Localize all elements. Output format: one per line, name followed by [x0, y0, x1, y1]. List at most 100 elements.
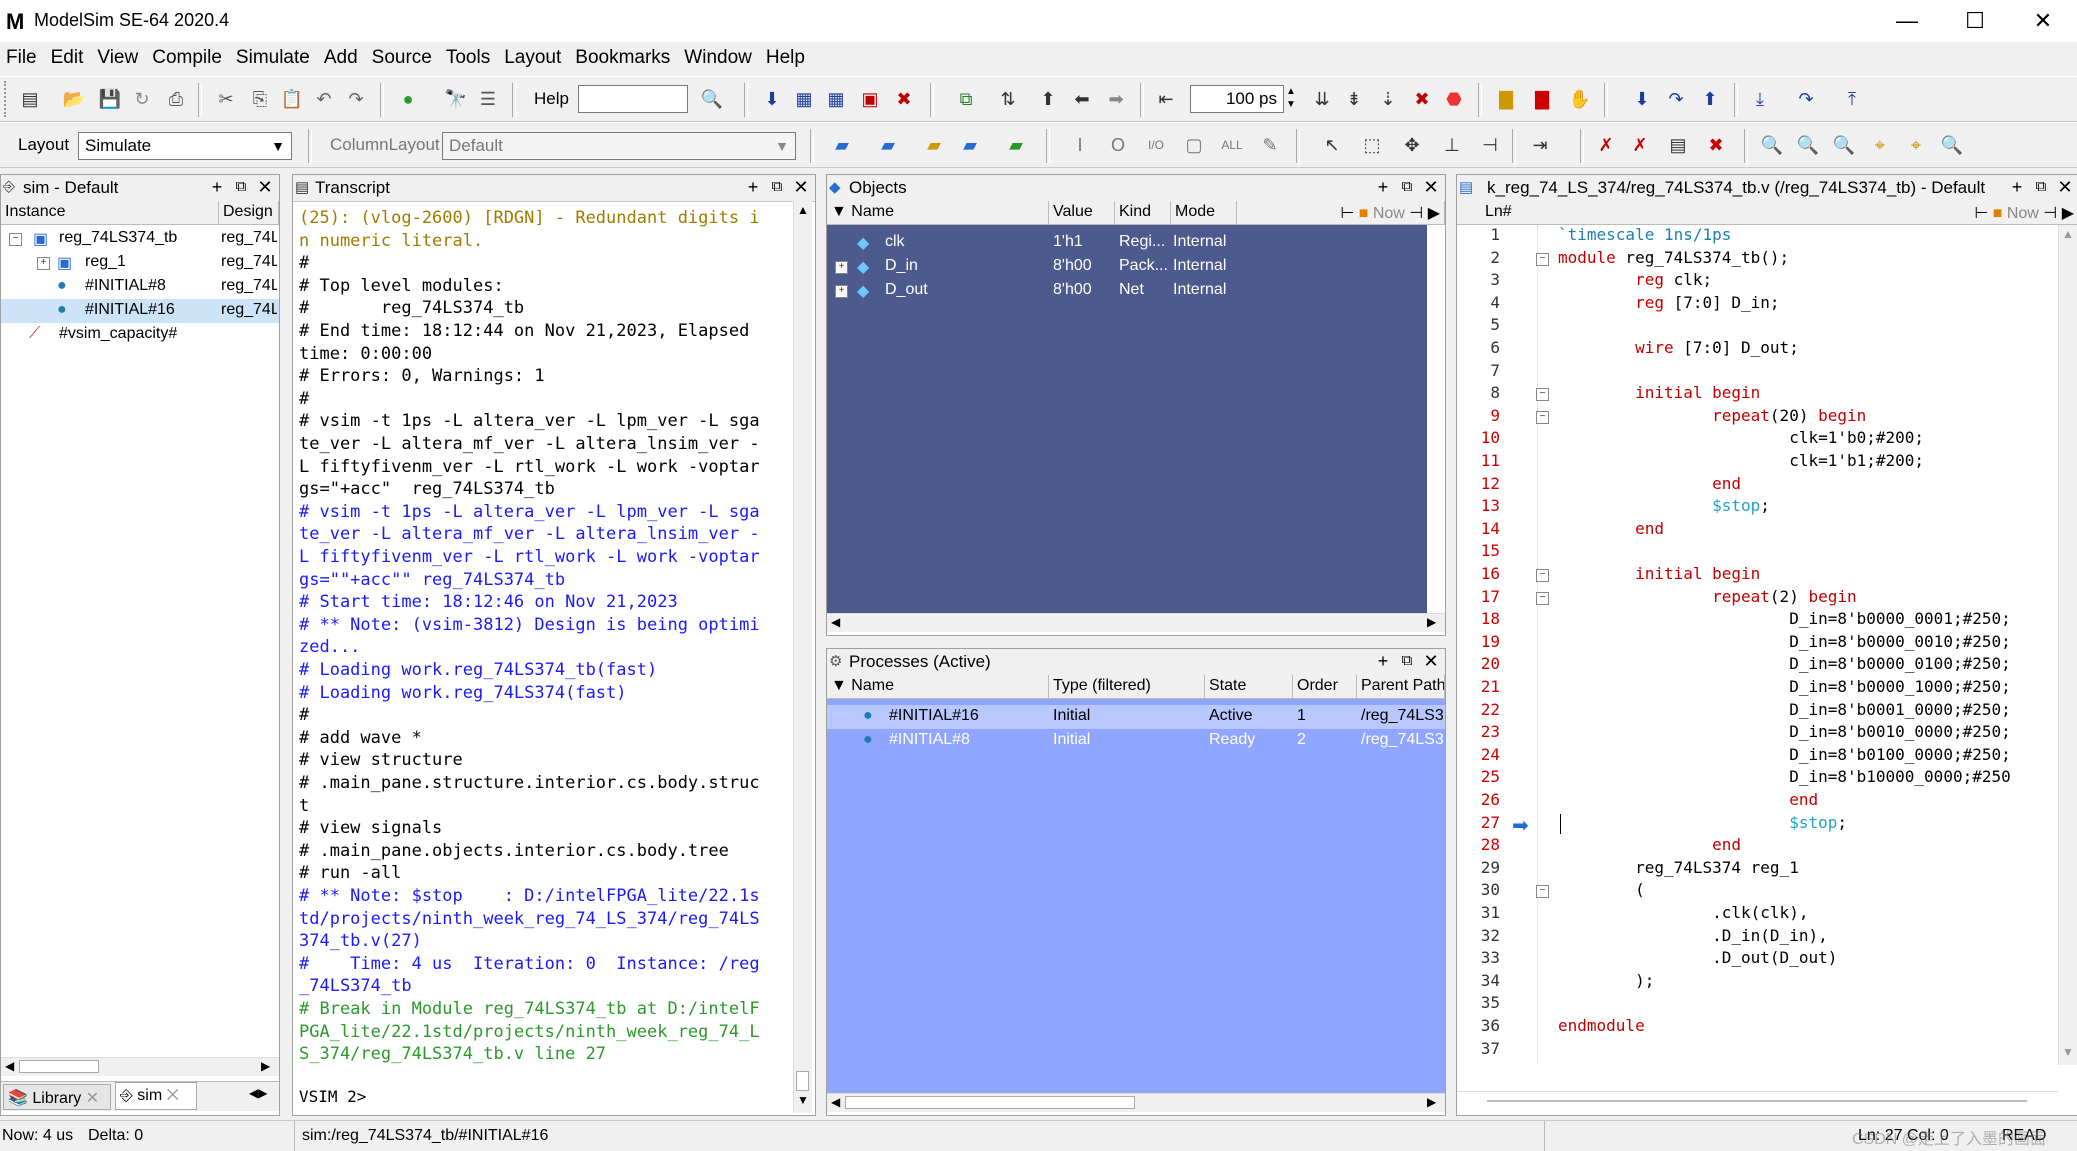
source-line[interactable]: end	[1558, 518, 1664, 541]
add-tab-icon[interactable]: +	[1373, 177, 1393, 197]
minimize-button[interactable]: —	[1873, 0, 1941, 42]
compile-order-icon[interactable]: ▦	[820, 83, 852, 115]
scroll-down-icon[interactable]: ▼	[797, 1093, 809, 1107]
source-line[interactable]: end	[1558, 834, 1741, 857]
source-line[interactable]: endmodule	[1558, 1015, 1645, 1038]
continue-run-icon[interactable]: ⇟	[1338, 83, 1370, 115]
list-icon[interactable]: ☰	[472, 83, 504, 115]
horizontal-scrollbar[interactable]: ◀ ▶	[827, 613, 1445, 632]
memory-icon[interactable]: ▇	[1526, 83, 1558, 115]
menu-file[interactable]: File	[0, 47, 45, 69]
process-row[interactable]: ● #INITIAL#8 Initial Ready 2 /reg_74LS3	[827, 729, 1445, 753]
pane-close-icon[interactable]: ✕	[1421, 177, 1441, 197]
source-line[interactable]: `timescale 1ns/1ps	[1558, 224, 1731, 247]
copy-icon[interactable]: ⎘	[244, 83, 276, 115]
object-row[interactable]: + ◆ D_out 8'h00 Net Internal	[827, 279, 1427, 303]
undock-icon[interactable]: ⧉	[1397, 177, 1417, 197]
column-header-kind[interactable]: Kind	[1115, 201, 1171, 225]
horizontal-scrollbar[interactable]: ◀ ▶	[1, 1057, 279, 1076]
add-dataflow-icon[interactable]: ▰	[918, 129, 950, 161]
menu-help[interactable]: Help	[760, 47, 813, 69]
scrollbar-thumb[interactable]	[796, 1071, 809, 1091]
object-row[interactable]: ◆ clk 1'h1 Regi... Internal	[827, 231, 1427, 255]
tree-collapse-icon[interactable]: −	[9, 233, 22, 246]
horizontal-scrollbar[interactable]	[1457, 1091, 2058, 1110]
menu-window[interactable]: Window	[678, 47, 760, 69]
menu-add[interactable]: Add	[318, 47, 366, 69]
source-line[interactable]: D_in=8'b0001_0000;#250;	[1558, 699, 2011, 722]
step-over-dropdown-icon[interactable]: ↷	[1790, 83, 1822, 115]
processes-list[interactable]: ● #INITIAL#16 Initial Active 1 /reg_74LS…	[827, 699, 1445, 1093]
layout-select[interactable]: Simulate	[78, 132, 292, 160]
tree-expand-icon[interactable]: +	[37, 257, 50, 270]
vertical-scrollbar[interactable]: ▲ ▼	[793, 201, 812, 1113]
column-header-state[interactable]: State	[1205, 675, 1293, 699]
delete-all-icon[interactable]: ✗	[1624, 129, 1656, 161]
source-line[interactable]: .D_in(D_in),	[1558, 925, 1828, 948]
inout-filter-icon[interactable]: I/O	[1140, 129, 1172, 161]
all-filter-icon[interactable]: ALL	[1216, 129, 1248, 161]
scrollbar-thumb[interactable]	[19, 1060, 99, 1073]
run-length-input[interactable]: 100 ps	[1190, 85, 1284, 113]
horizontal-scrollbar[interactable]: ◀ ▶	[827, 1093, 1445, 1112]
source-line[interactable]: clk=1'b0;#200;	[1558, 427, 1924, 450]
source-line[interactable]: clk=1'b1;#200;	[1558, 450, 1924, 473]
zoom-in-icon[interactable]: 🔍	[1756, 129, 1788, 161]
reload-icon[interactable]: ↻	[126, 83, 158, 115]
tree-row[interactable]: ⟋ #vsim_capacity#	[1, 323, 279, 347]
fold-collapse-icon[interactable]: −	[1536, 591, 1549, 605]
scrollbar-thumb[interactable]	[1487, 1100, 2027, 1102]
run-all-icon[interactable]: ⇣	[1372, 83, 1404, 115]
menu-source[interactable]: Source	[366, 47, 440, 69]
column-header-design-unit[interactable]: Design u	[219, 201, 279, 225]
transcript-prompt[interactable]: VSIM 2>	[299, 1087, 366, 1106]
input-filter-icon[interactable]: I	[1064, 129, 1096, 161]
edge-icon[interactable]: ⊣	[1474, 129, 1506, 161]
tab-close-icon[interactable]: ✕	[167, 1087, 179, 1104]
add-tab-icon[interactable]: +	[743, 177, 763, 197]
tab-library[interactable]: 📚 Library ✕	[3, 1084, 111, 1110]
close-button[interactable]: ✕	[2009, 0, 2077, 42]
redo-icon[interactable]: ↷	[340, 83, 372, 115]
scroll-up-icon[interactable]: ▲	[2062, 227, 2074, 241]
break-icon[interactable]: ▣	[854, 83, 886, 115]
source-line[interactable]: initial begin	[1558, 382, 1760, 405]
fold-collapse-icon[interactable]: −	[1536, 388, 1549, 402]
performance-icon[interactable]: ▇	[1490, 83, 1522, 115]
zoom-full-icon[interactable]: 🔍	[1828, 129, 1860, 161]
up-arrow-icon[interactable]: ⬆	[1032, 83, 1064, 115]
simulate-icon[interactable]: ⧉	[950, 83, 982, 115]
add-log-icon[interactable]: ▰	[954, 129, 986, 161]
scrollbar-thumb[interactable]	[845, 1096, 1135, 1109]
tab-close-icon[interactable]: ✕	[86, 1090, 99, 1107]
source-line[interactable]: $stop;	[1558, 495, 1770, 518]
menu-simulate[interactable]: Simulate	[230, 47, 318, 69]
step-back-icon[interactable]: ⤒	[1836, 83, 1868, 115]
step-out-icon[interactable]: ⬆	[1694, 83, 1726, 115]
source-line[interactable]: module reg_74LS374_tb();	[1558, 247, 1789, 270]
column-header-parent-path[interactable]: Parent Path	[1357, 675, 1445, 699]
chevron-down-icon[interactable]: ▼	[266, 133, 290, 159]
trace-icon[interactable]: ⇥	[1524, 129, 1556, 161]
expand-time-icon[interactable]: ⊢	[1340, 205, 1354, 222]
scroll-down-icon[interactable]: ▼	[2062, 1045, 2074, 1059]
stop-sim-icon[interactable]: ⬣	[1438, 83, 1470, 115]
maximize-button[interactable]: ☐	[1941, 0, 2009, 42]
add-tab-icon[interactable]: +	[2007, 177, 2027, 197]
add-tab-icon[interactable]: +	[207, 177, 227, 197]
source-line[interactable]: D_in=8'b0100_0000;#250;	[1558, 744, 2011, 767]
transcript-output[interactable]: (25): (vlog-2600) [RDGN] - Redundant dig…	[293, 201, 789, 1071]
source-line[interactable]: initial begin	[1558, 563, 1760, 586]
fold-collapse-icon[interactable]: −	[1536, 410, 1549, 424]
restart-icon[interactable]: ⇤	[1150, 83, 1182, 115]
expand-time-icon[interactable]: ⊢	[1974, 205, 1988, 222]
source-line[interactable]: reg clk;	[1558, 269, 1712, 292]
source-line[interactable]: D_in=8'b0000_0100;#250;	[1558, 653, 2011, 676]
collapse-time-icon[interactable]: ⊣	[2043, 205, 2057, 222]
scroll-left-icon[interactable]: ◀	[5, 1059, 14, 1073]
fold-collapse-icon[interactable]: −	[1536, 569, 1549, 582]
add-tab-icon[interactable]: +	[1373, 651, 1393, 671]
find-icon[interactable]: 🔭	[440, 83, 472, 115]
delete-icon[interactable]: ✗	[1590, 129, 1622, 161]
cut-icon[interactable]: ✂	[210, 83, 242, 115]
